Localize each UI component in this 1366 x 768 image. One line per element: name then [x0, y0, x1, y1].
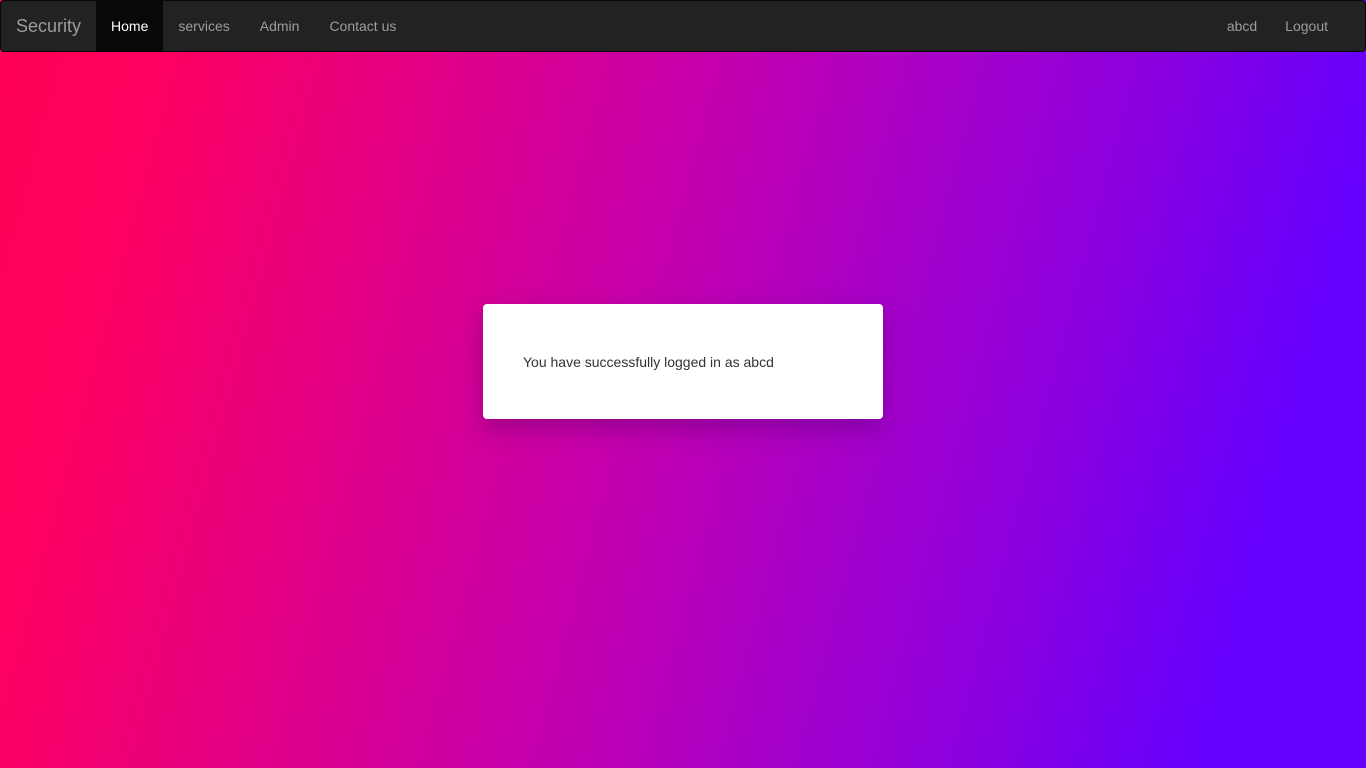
nav-item-contact-us[interactable]: Contact us	[314, 1, 411, 51]
user-nav: abcd Logout	[1213, 1, 1365, 51]
nav-item-services[interactable]: services	[163, 1, 244, 51]
top-navbar: Security Home services Admin Contact us …	[0, 0, 1366, 52]
nav-item-username[interactable]: abcd	[1213, 1, 1271, 51]
nav-item-logout[interactable]: Logout	[1271, 1, 1342, 51]
login-success-panel: You have successfully logged in as abcd	[483, 304, 883, 419]
nav-item-admin[interactable]: Admin	[245, 1, 315, 51]
login-success-message: You have successfully logged in as abcd	[523, 354, 774, 370]
nav-item-home[interactable]: Home	[96, 1, 164, 51]
main-nav: Home services Admin Contact us	[96, 1, 411, 51]
brand-link[interactable]: Security	[1, 1, 96, 51]
